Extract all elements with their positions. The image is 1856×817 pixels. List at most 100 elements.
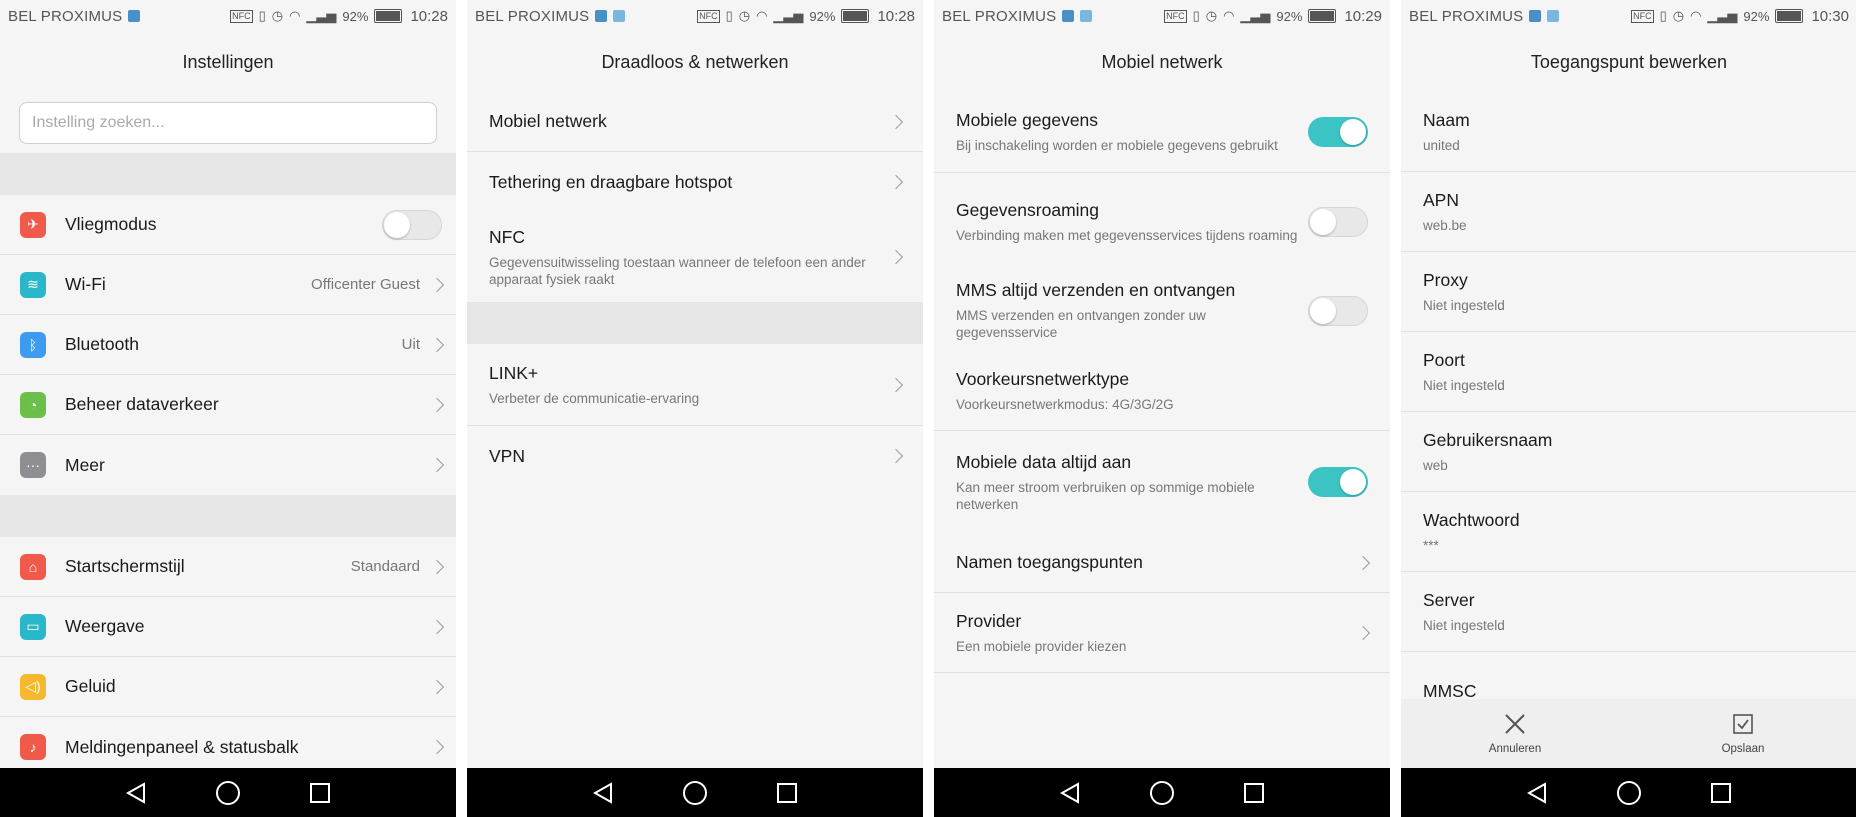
settings-item-vliegmodus[interactable]: ✈ Vliegmodus	[0, 195, 456, 255]
settings-item-startschermstijl[interactable]: ⌂ Startschermstijl Standaard	[0, 537, 456, 597]
cancel-button[interactable]: Annuleren	[1401, 699, 1629, 768]
toggle-switch[interactable]	[1308, 206, 1368, 237]
list-item-subtitle: Verbinding maken met gegevensservices ti…	[956, 227, 1298, 243]
field-value: web	[1423, 457, 1448, 473]
list-item-provider[interactable]: Provider Een mobiele provider kiezen	[934, 593, 1390, 673]
settings-item-meer[interactable]: ··· Meer	[0, 435, 456, 495]
home-button[interactable]	[1609, 773, 1649, 813]
list-item-nfc[interactable]: NFC Gegevensuitwisseling toestaan wanneer…	[467, 212, 923, 302]
settings-item-geluid[interactable]: ◁) Geluid	[0, 657, 456, 717]
back-button[interactable]	[583, 773, 623, 813]
settings-item-label: Bluetooth	[65, 334, 139, 354]
settings-item-value: Standaard	[350, 558, 420, 575]
edit-access-point-screen: BEL PROXIMUS NFC ▯ ◷ ◠ ▁▃▅ 92% 10:30 Toe…	[1401, 0, 1856, 817]
navigation-bar	[934, 768, 1390, 817]
settings-item-wi-fi[interactable]: ≋ Wi-Fi Officenter Guest	[0, 255, 456, 315]
back-icon	[126, 781, 145, 804]
notification-icon: ♪	[20, 734, 46, 760]
page-title: Toegangspunt bewerken	[1530, 52, 1728, 72]
battery-icon	[374, 9, 403, 23]
toggle-switch[interactable]	[1308, 117, 1368, 147]
list-item-mobiel-netwerk[interactable]: Mobiel netwerk	[467, 92, 923, 152]
settings-item-label: Beheer dataverkeer	[65, 394, 219, 414]
carrier-name: BEL PROXIMUS	[8, 7, 123, 25]
cell-signal-icon: ▁▃▅	[773, 8, 804, 23]
clock: 10:28	[877, 7, 915, 25]
toggle-switch[interactable]	[1308, 295, 1368, 326]
navigation-bar	[0, 768, 456, 817]
list-item-title: Mobiele data altijd aan	[956, 451, 1132, 472]
list-item-title: Gegevensroaming	[956, 199, 1099, 220]
list-item-title: Voorkeursnetwerktype	[956, 368, 1130, 389]
notification-icon	[1062, 10, 1075, 22]
battery-percent: 92%	[1276, 8, 1303, 24]
home-button[interactable]	[1142, 773, 1182, 813]
chevron-right-icon	[429, 679, 445, 694]
list-item-mms-altijd-verzenden-en-ontvangen[interactable]: MMS altijd verzenden en ontvangen MMS ver…	[934, 270, 1390, 351]
home-button[interactable]	[208, 773, 248, 813]
notification-icon	[128, 10, 141, 22]
carrier-name: BEL PROXIMUS	[1409, 7, 1524, 25]
save-button[interactable]: Opslaan	[1629, 699, 1856, 768]
recents-button[interactable]	[1701, 773, 1741, 813]
recents-button[interactable]	[767, 773, 807, 813]
apn-field-naam[interactable]: Naam united	[1401, 92, 1856, 172]
field-value: ***	[1423, 537, 1439, 553]
apn-field-proxy[interactable]: Proxy Niet ingesteld	[1401, 252, 1856, 332]
toggle-switch[interactable]	[382, 209, 442, 240]
list-item-mobiele-data-altijd-aan[interactable]: Mobiele data altijd aan Kan meer stroom v…	[934, 431, 1390, 533]
battery-percent: 92%	[1743, 8, 1770, 24]
list-item-gegevensroaming[interactable]: Gegevensroaming Verbinding maken met gege…	[934, 173, 1390, 270]
battery-icon	[841, 9, 870, 23]
settings-item-weergave[interactable]: ▭ Weergave	[0, 597, 456, 657]
nfc-icon: NFC	[697, 9, 720, 23]
toggle-knob	[1340, 469, 1366, 495]
vibrate-icon: ▯	[1659, 8, 1667, 23]
home-button[interactable]	[675, 773, 715, 813]
status-bar: BEL PROXIMUS NFC ▯ ◷ ◠ ▁▃▅ 92% 10:28	[0, 0, 456, 32]
settings-item-beheer-dataverkeer[interactable]: ◔ Beheer dataverkeer	[0, 375, 456, 435]
apn-field-server[interactable]: Server Niet ingesteld	[1401, 572, 1856, 652]
alarm-icon: ◷	[738, 8, 751, 23]
list-item-subtitle: Kan meer stroom verbruiken op sommige mo…	[956, 479, 1255, 512]
recents-button[interactable]	[1234, 773, 1274, 813]
back-button[interactable]	[116, 773, 156, 813]
data-usage-icon: ◔	[20, 391, 46, 418]
field-label: Wachtwoord	[1423, 509, 1520, 530]
field-value: united	[1423, 137, 1460, 153]
apn-field-wachtwoord[interactable]: Wachtwoord ***	[1401, 492, 1856, 572]
list-item-tethering-en-draagbare-hotspot[interactable]: Tethering en draagbare hotspot	[467, 152, 923, 212]
settings-item-label: Meer	[65, 454, 105, 475]
close-icon	[1505, 713, 1525, 734]
alarm-icon: ◷	[1205, 8, 1218, 23]
back-icon	[1527, 781, 1546, 804]
page-title: Mobiel netwerk	[1101, 52, 1223, 72]
chevron-right-icon	[429, 457, 445, 473]
settings-item-label: Wi-Fi	[65, 274, 106, 294]
chevron-right-icon	[888, 249, 904, 265]
list-item-vpn[interactable]: VPN	[467, 426, 923, 486]
toggle-knob	[384, 211, 410, 238]
save-label: Opslaan	[1721, 742, 1765, 755]
chevron-right-icon	[429, 337, 445, 352]
apn-field-poort[interactable]: Poort Niet ingesteld	[1401, 332, 1856, 412]
field-label: Poort	[1423, 349, 1465, 370]
toggle-switch[interactable]	[1308, 467, 1368, 497]
back-button[interactable]	[1050, 773, 1090, 813]
list-item-link-[interactable]: LINK+ Verbeter de communicatie-ervaring	[467, 344, 923, 426]
cancel-label: Annuleren	[1488, 742, 1542, 755]
settings-item-bluetooth[interactable]: ᛒ Bluetooth Uit	[0, 315, 456, 375]
list-item-title: Tethering en draagbare hotspot	[489, 171, 733, 192]
chevron-right-icon	[888, 448, 904, 464]
vibrate-icon: ▯	[258, 8, 266, 23]
list-item-voorkeursnetwerktype[interactable]: Voorkeursnetwerktype Voorkeursnetwerkmodu…	[934, 351, 1390, 431]
recents-button[interactable]	[300, 773, 340, 813]
list-item-mobiele-gegevens[interactable]: Mobiele gegevens Bij inschakeling worden …	[934, 92, 1390, 173]
vibrate-icon: ▯	[725, 8, 733, 23]
search-bar	[0, 92, 456, 153]
apn-field-gebruikersnaam[interactable]: Gebruikersnaam web	[1401, 412, 1856, 492]
search-input[interactable]	[19, 101, 437, 144]
apn-field-apn[interactable]: APN web.be	[1401, 172, 1856, 252]
list-item-namen-toegangspunten[interactable]: Namen toegangspunten	[934, 533, 1390, 593]
back-button[interactable]	[1517, 773, 1557, 813]
